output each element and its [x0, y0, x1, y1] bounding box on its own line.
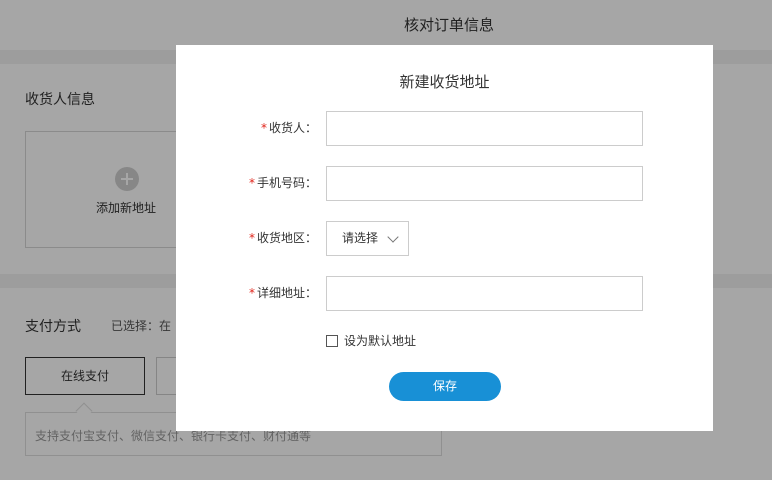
required-mark: *	[248, 286, 255, 300]
phone-label: * 手机号码：	[176, 166, 317, 201]
new-address-dialog: 新建收货地址 * 收货人： * 手机号码： * 收货地区： 请选择 * 详细地址： 设为…	[176, 45, 713, 431]
default-address-label[interactable]: 设为默认地址	[344, 333, 416, 349]
region-label: * 收货地区：	[176, 221, 317, 256]
consignee-input[interactable]	[326, 111, 643, 146]
region-row: * 收货地区： 请选择	[176, 221, 713, 256]
dialog-title: 新建收货地址	[399, 73, 490, 91]
region-label-text: 收货地区：	[256, 231, 317, 245]
detail-address-row: * 详细地址：	[176, 276, 713, 311]
consignee-label-text: 收货人：	[268, 121, 317, 135]
required-mark: *	[248, 231, 255, 245]
default-address-checkbox[interactable]	[326, 335, 338, 347]
phone-row: * 手机号码：	[176, 166, 713, 201]
detail-address-label-text: 详细地址：	[256, 286, 317, 300]
consignee-label: * 收货人：	[176, 111, 317, 146]
phone-input[interactable]	[326, 166, 643, 201]
detail-address-input[interactable]	[326, 276, 643, 311]
chevron-down-icon	[387, 231, 399, 243]
required-mark: *	[260, 121, 267, 135]
phone-label-text: 手机号码：	[256, 176, 317, 190]
save-button[interactable]: 保存	[389, 372, 501, 401]
required-mark: *	[248, 176, 255, 190]
consignee-row: * 收货人：	[176, 111, 713, 146]
detail-address-label: * 详细地址：	[176, 276, 317, 311]
region-select[interactable]: 请选择	[326, 221, 409, 256]
region-select-value: 请选择	[342, 231, 379, 245]
